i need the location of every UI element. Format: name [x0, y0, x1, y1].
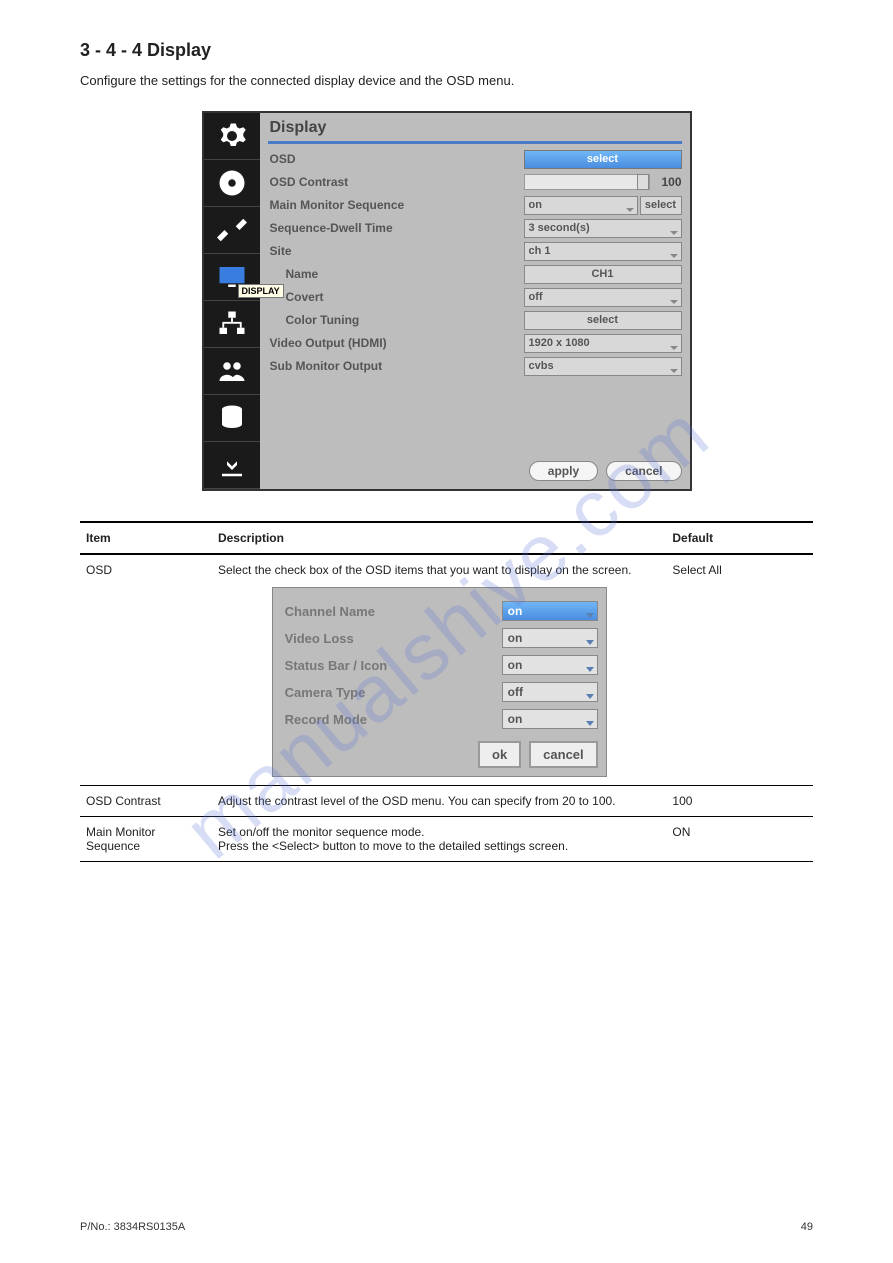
sidebar-item-network[interactable] — [204, 301, 260, 348]
network-icon — [217, 309, 247, 339]
osd-popup: Channel Name on Video Loss on Status Bar… — [272, 587, 607, 777]
sidebar: DISPLAY — [204, 113, 260, 489]
display-dialog: DISPLAY Display OSD select OSD Contrast — [202, 111, 692, 491]
sidebar-item-record[interactable] — [204, 160, 260, 207]
gear-icon — [217, 121, 247, 151]
site-label: Site — [268, 244, 524, 258]
sidebar-item-users[interactable] — [204, 348, 260, 395]
section-intro: Configure the settings for the connected… — [80, 71, 813, 91]
dialog-title: Display — [260, 113, 690, 141]
cell-default: Select All — [666, 554, 813, 786]
osd-desc-text: Select the check box of the OSD items th… — [218, 563, 660, 577]
video-loss-dropdown[interactable]: on — [502, 628, 598, 648]
color-tuning-label: Color Tuning — [268, 313, 524, 327]
name-field[interactable]: CH1 — [524, 265, 682, 284]
sidebar-item-download[interactable] — [204, 442, 260, 489]
description-table: Item Description Default OSD Select the … — [80, 521, 813, 862]
osd-ok-button[interactable]: ok — [478, 741, 521, 768]
status-bar-label: Status Bar / Icon — [285, 658, 502, 673]
main-sequence-dropdown[interactable]: on — [524, 196, 638, 215]
status-bar-dropdown[interactable]: on — [502, 655, 598, 675]
dwell-dropdown[interactable]: 3 second(s) — [524, 219, 682, 238]
dialog-divider — [268, 141, 682, 144]
cell-item: OSD Contrast — [80, 785, 212, 816]
sub-monitor-label: Sub Monitor Output — [268, 359, 524, 373]
disc-icon — [217, 168, 247, 198]
cell-default: ON — [666, 816, 813, 861]
covert-dropdown[interactable]: off — [524, 288, 682, 307]
video-loss-label: Video Loss — [285, 631, 502, 646]
cell-desc: Select the check box of the OSD items th… — [212, 554, 666, 786]
table-row: Main Monitor Sequence Set on/off the mon… — [80, 816, 813, 861]
users-icon — [217, 356, 247, 386]
osd-contrast-label: OSD Contrast — [268, 175, 524, 189]
osd-label: OSD — [268, 152, 524, 166]
section-heading: 3 - 4 - 4 Display — [80, 40, 813, 61]
osd-contrast-value: 100 — [654, 175, 682, 189]
display-tooltip: DISPLAY — [238, 284, 284, 298]
sidebar-item-display[interactable]: DISPLAY — [204, 254, 260, 301]
cell-desc: Adjust the contrast level of the OSD men… — [212, 785, 666, 816]
channel-name-label: Channel Name — [285, 604, 502, 619]
dwell-label: Sequence-Dwell Time — [268, 221, 524, 235]
cell-default: 100 — [666, 785, 813, 816]
th-desc: Description — [212, 522, 666, 554]
sub-monitor-dropdown[interactable]: cvbs — [524, 357, 682, 376]
cell-item: OSD — [80, 554, 212, 786]
site-dropdown[interactable]: ch 1 — [524, 242, 682, 261]
camera-type-label: Camera Type — [285, 685, 502, 700]
mainseq-def-line1: ON — [672, 825, 807, 839]
th-default: Default — [666, 522, 813, 554]
osd-contrast-slider[interactable] — [524, 174, 650, 190]
osd-cancel-button[interactable]: cancel — [529, 741, 597, 768]
dialog-footer: apply cancel — [260, 453, 690, 489]
main-sequence-select-button[interactable]: select — [640, 196, 682, 215]
video-output-dropdown[interactable]: 1920 x 1080 — [524, 334, 682, 353]
color-tuning-button[interactable]: select — [524, 311, 682, 330]
covert-label: Covert — [268, 290, 524, 304]
settings-panel: OSD select OSD Contrast 100 Main Monitor… — [260, 148, 690, 378]
mainseq-desc-line2: Press the <Select> button to move to the… — [218, 839, 660, 853]
cancel-button[interactable]: cancel — [606, 461, 681, 481]
cell-item: Main Monitor Sequence — [80, 816, 212, 861]
sidebar-item-system[interactable] — [204, 113, 260, 160]
main-sequence-label: Main Monitor Sequence — [268, 198, 524, 212]
table-row: OSD Contrast Adjust the contrast level o… — [80, 785, 813, 816]
sidebar-item-tools[interactable] — [204, 207, 260, 254]
record-mode-dropdown[interactable]: on — [502, 709, 598, 729]
download-icon — [217, 450, 247, 480]
mainseq-item-line1: Main Monitor — [86, 825, 206, 839]
footer-page-number: 49 — [801, 1221, 813, 1233]
video-output-label: Video Output (HDMI) — [268, 336, 524, 350]
footer-partno: P/No.: 3834RS0135A — [80, 1221, 185, 1233]
camera-type-dropdown[interactable]: off — [502, 682, 598, 702]
apply-button[interactable]: apply — [529, 461, 598, 481]
osd-select-button[interactable]: select — [524, 150, 682, 169]
slider-thumb[interactable] — [637, 174, 649, 190]
table-row: OSD Select the check box of the OSD item… — [80, 554, 813, 786]
channel-name-dropdown[interactable]: on — [502, 601, 598, 621]
cell-desc: Set on/off the monitor sequence mode. Pr… — [212, 816, 666, 861]
tools-icon — [217, 215, 247, 245]
name-label: Name — [268, 267, 524, 281]
sidebar-item-storage[interactable] — [204, 395, 260, 442]
database-icon — [217, 403, 247, 433]
record-mode-label: Record Mode — [285, 712, 502, 727]
mainseq-desc-line1: Set on/off the monitor sequence mode. — [218, 825, 660, 839]
th-item: Item — [80, 522, 212, 554]
mainseq-item-line2: Sequence — [86, 839, 206, 853]
dialog-main: Display OSD select OSD Contrast 100 Main… — [260, 113, 690, 489]
